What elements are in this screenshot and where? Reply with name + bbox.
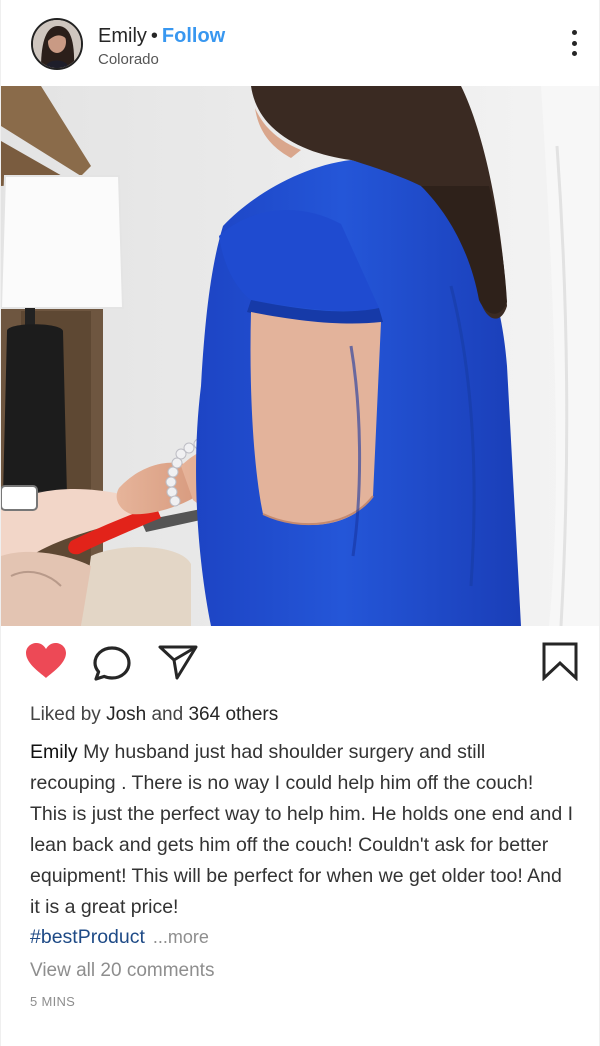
instagram-post: Emily • Follow Colorado Liked by Josh an…	[0, 0, 600, 1046]
likes-prefix: Liked by	[30, 704, 101, 725]
follow-button[interactable]: Follow	[162, 25, 225, 47]
separator-dot: •	[150, 25, 158, 47]
post-timestamp: 5 MINS	[30, 994, 76, 1009]
more-link[interactable]: ...more	[153, 927, 209, 947]
share-icon[interactable]	[157, 643, 199, 681]
more-dot	[571, 51, 577, 56]
caption-username[interactable]: Emily	[30, 741, 78, 763]
location-label[interactable]: Colorado	[98, 51, 159, 69]
post-photo[interactable]	[1, 86, 599, 626]
more-dot	[571, 30, 577, 35]
hashtag-link[interactable]: #bestProduct	[30, 926, 145, 948]
comment-icon[interactable]	[92, 645, 132, 683]
action-bar	[1, 626, 599, 698]
avatar[interactable]	[31, 18, 83, 70]
user-line: Emily • Follow	[98, 24, 225, 48]
heart-icon[interactable]	[24, 642, 68, 680]
caption: Emily My husband just had shoulder surge…	[30, 737, 575, 923]
likes-count-link[interactable]: 364 others	[188, 704, 278, 725]
view-all-comments-link[interactable]: View all 20 comments	[30, 957, 214, 985]
post-header: Emily • Follow Colorado	[1, 0, 600, 86]
likes-middle: and	[151, 704, 184, 725]
more-dot	[571, 40, 577, 46]
bookmark-icon[interactable]	[541, 641, 579, 681]
likes-line: Liked by Josh and 364 others	[30, 702, 278, 728]
username[interactable]: Emily	[98, 25, 147, 47]
liker-username[interactable]: Josh	[106, 704, 146, 725]
hashtag-row: #bestProduct ...more	[30, 922, 209, 952]
caption-text: My husband just had shoulder surgery and…	[30, 741, 574, 918]
more-vertical-icon[interactable]	[569, 30, 579, 56]
